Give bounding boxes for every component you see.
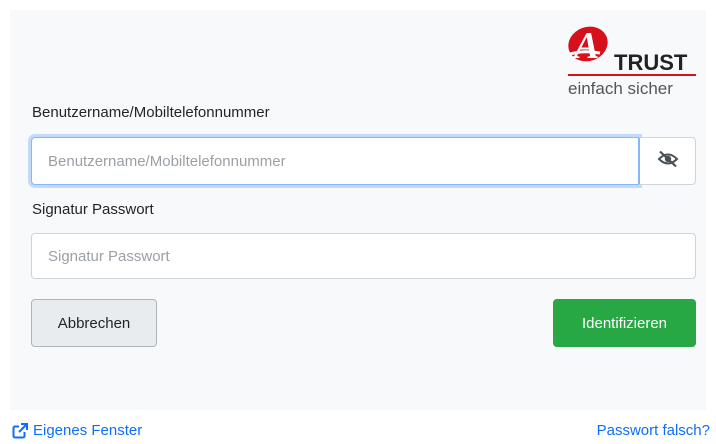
logo-brand: TRUST (614, 50, 688, 75)
forgot-password-link[interactable]: Passwort falsch? (597, 422, 710, 439)
own-window-label: Eigenes Fenster (33, 422, 143, 439)
external-link-icon (12, 422, 28, 439)
own-window-link[interactable]: Eigenes Fenster (12, 422, 142, 439)
eye-slash-icon (657, 150, 679, 173)
cancel-button[interactable]: Abbrechen (31, 299, 157, 347)
toggle-visibility-button[interactable] (638, 137, 696, 185)
identify-button[interactable]: Identifizieren (553, 299, 696, 347)
password-label: Signatur Passwort (32, 201, 154, 218)
page: A TRUST einfach sicher Benutzername/Mobi… (0, 0, 716, 444)
a-trust-logo: A TRUST einfach sicher (560, 22, 700, 102)
username-input[interactable] (31, 137, 639, 185)
logo-letter: A (572, 25, 599, 67)
a-trust-logo-mark: A (568, 25, 608, 67)
username-input-group (31, 137, 696, 185)
logo-tagline: einfach sicher (568, 79, 673, 98)
password-input[interactable] (31, 233, 696, 279)
username-label: Benutzername/Mobiltelefonnummer (32, 104, 270, 121)
